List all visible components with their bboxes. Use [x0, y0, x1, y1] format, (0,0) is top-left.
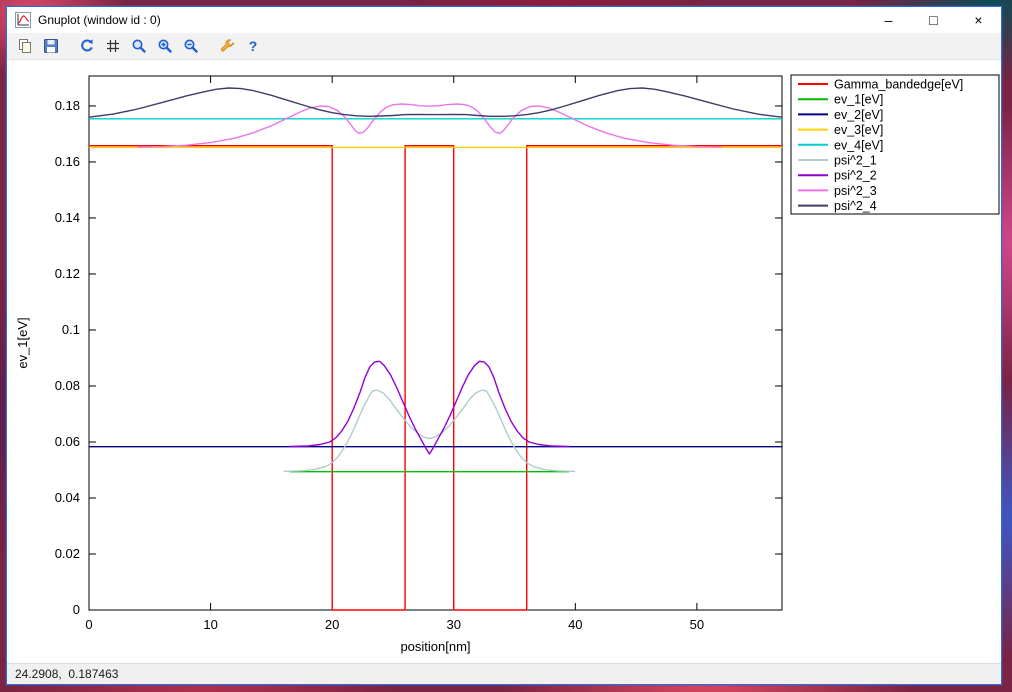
series-psi^2_3 — [138, 104, 722, 147]
previous-zoom-button[interactable] — [127, 35, 150, 58]
toolbar: ? — [7, 33, 1001, 60]
y-tick-label: 0.16 — [55, 154, 80, 169]
x-axis-label: position[nm] — [400, 639, 470, 654]
svg-text:?: ? — [248, 38, 257, 54]
grid-icon — [105, 38, 121, 54]
save-button[interactable] — [39, 35, 62, 58]
cursor-coordinates: 24.2908, 0.187463 — [15, 667, 118, 681]
y-tick-label: 0.06 — [55, 434, 80, 449]
y-tick-label: 0.12 — [55, 266, 80, 281]
x-tick-label: 50 — [690, 617, 704, 632]
series-psi^2_1 — [284, 390, 576, 471]
zoom-previous-icon — [131, 38, 147, 54]
x-tick-label: 40 — [568, 617, 582, 632]
legend-label-psi^2_4: psi^2_4 — [834, 199, 877, 213]
y-tick-label: 0.02 — [55, 546, 80, 561]
save-icon — [43, 38, 59, 54]
x-tick-label: 0 — [85, 617, 92, 632]
gnuplot-window: Gnuplot (window id : 0) – □ × — [6, 6, 1002, 685]
replot-button[interactable] — [75, 35, 98, 58]
help-icon: ? — [245, 38, 261, 54]
wrench-icon — [219, 38, 235, 54]
window-controls: – □ × — [866, 7, 1001, 33]
autoscale-button[interactable] — [179, 35, 202, 58]
y-tick-label: 0.08 — [55, 378, 80, 393]
gnuplot-app-icon — [15, 12, 31, 28]
next-zoom-button[interactable] — [153, 35, 176, 58]
zoom-autoscale-icon — [183, 38, 199, 54]
y-tick-label: 0.1 — [62, 322, 80, 337]
close-icon: × — [974, 12, 982, 28]
minimize-icon: – — [885, 12, 893, 28]
legend-label-psi^2_1: psi^2_1 — [834, 154, 877, 168]
copy-to-clipboard-button[interactable] — [13, 35, 36, 58]
legend-label-ev_3[eV]: ev_3[eV] — [834, 123, 883, 137]
legend-label-psi^2_2: psi^2_2 — [834, 169, 877, 183]
plot-border — [89, 76, 782, 610]
maximize-icon: □ — [929, 12, 937, 28]
legend-label-Gamma_bandedge[eV]: Gamma_bandedge[eV] — [834, 78, 963, 92]
maximize-button[interactable]: □ — [911, 7, 956, 33]
replot-icon — [79, 38, 95, 54]
series-psi^2_4 — [89, 88, 782, 117]
y-tick-label: 0.04 — [55, 490, 80, 505]
close-button[interactable]: × — [956, 7, 1001, 33]
y-tick-label: 0.18 — [55, 98, 80, 113]
legend-label-ev_1[eV]: ev_1[eV] — [834, 93, 883, 107]
legend-label-psi^2_3: psi^2_3 — [834, 184, 877, 198]
window-title: Gnuplot (window id : 0) — [38, 13, 866, 27]
plot-area[interactable]: 0 10 20 30 40 50 0 0.02 0.04 0.06 0.08 0.1 0.12 0.14 0… — [7, 60, 1001, 663]
plot-canvas: 0 10 20 30 40 50 0 0.02 0.04 0.06 0.08 0.1 0.12 0.14 0… — [7, 60, 1001, 663]
y-axis-label: ev_1[eV] — [15, 317, 30, 368]
x-tick-label: 10 — [203, 617, 217, 632]
minimize-button[interactable]: – — [866, 7, 911, 33]
copy-icon — [17, 38, 33, 54]
y-tick-label: 0 — [73, 602, 80, 617]
zoom-next-icon — [157, 38, 173, 54]
options-button[interactable] — [215, 35, 238, 58]
legend-label-ev_2[eV]: ev_2[eV] — [834, 108, 883, 122]
x-tick-label: 30 — [447, 617, 461, 632]
help-button[interactable]: ? — [241, 35, 264, 58]
legend-label-ev_4[eV]: ev_4[eV] — [834, 138, 883, 152]
titlebar[interactable]: Gnuplot (window id : 0) – □ × — [7, 7, 1001, 33]
status-bar: 24.2908, 0.187463 — [7, 663, 1001, 684]
toggle-grid-button[interactable] — [101, 35, 124, 58]
series-Gamma_bandedge[eV] — [89, 146, 782, 610]
x-tick-label: 20 — [325, 617, 339, 632]
y-tick-label: 0.14 — [55, 210, 80, 225]
